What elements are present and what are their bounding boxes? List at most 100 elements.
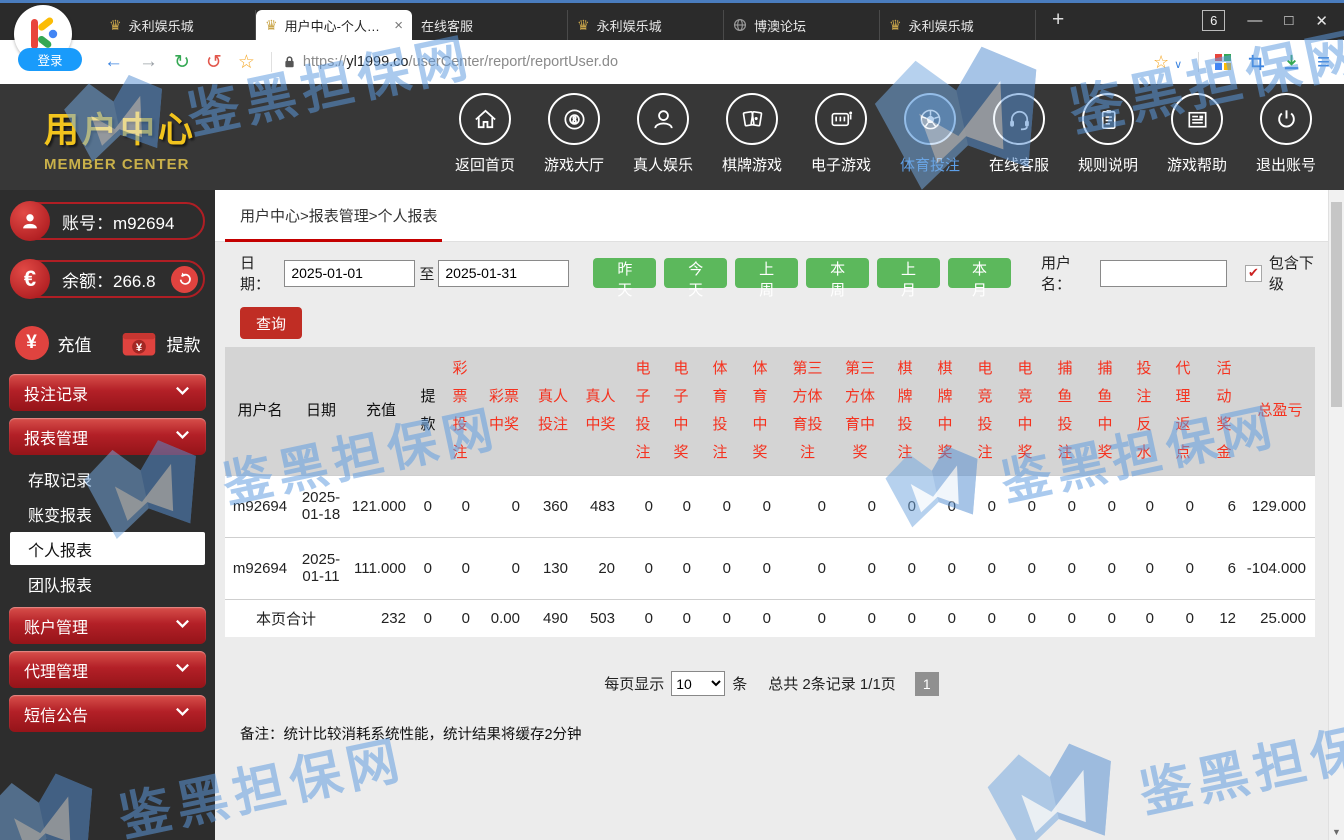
search-button[interactable]: 查询 bbox=[240, 307, 302, 339]
browser-tab[interactable]: 博澳论坛 bbox=[724, 10, 880, 40]
nav-item[interactable]: 游戏大厅 bbox=[542, 93, 606, 175]
browser-tab[interactable]: ♛用户中心-个人总览× bbox=[256, 10, 412, 40]
browser-tab[interactable]: 在线客服 bbox=[412, 10, 568, 40]
per-page-select[interactable]: 10 bbox=[671, 671, 725, 696]
quick-date-button[interactable]: 本周 bbox=[806, 258, 869, 288]
close-icon[interactable]: ✕ bbox=[1315, 12, 1328, 30]
browser-tab-bar: ♛永利娱乐城♛用户中心-个人总览×在线客服♛永利娱乐城博澳论坛♛永利娱乐城 + … bbox=[0, 3, 1344, 40]
quick-date-button[interactable]: 上周 bbox=[735, 258, 798, 288]
sidebar-item[interactable]: 个人报表 bbox=[10, 532, 205, 565]
sidebar-item[interactable]: 团队报表 bbox=[0, 567, 215, 600]
report-cell: 2025-01-18 bbox=[295, 475, 347, 537]
nav-label: 游戏帮助 bbox=[1165, 154, 1229, 175]
sidebar-group[interactable]: 报表管理 bbox=[9, 418, 206, 455]
minimize-icon[interactable]: — bbox=[1247, 12, 1262, 29]
undo-icon[interactable]: ↺ bbox=[206, 51, 222, 74]
divider bbox=[271, 52, 272, 72]
screenshot-crop-icon[interactable] bbox=[1247, 53, 1266, 72]
tab-label: 用户中心-个人总览 bbox=[285, 16, 388, 35]
page-scrollbar[interactable]: ▼ bbox=[1328, 190, 1344, 840]
date-from-input[interactable] bbox=[284, 260, 415, 287]
table-row: m926942025-01-11111.00000013020000000000… bbox=[225, 537, 1315, 599]
menu-icon[interactable]: ≡ bbox=[1317, 51, 1330, 73]
breadcrumb: 用户中心>报表管理>个人报表 bbox=[240, 208, 438, 225]
browser-tab[interactable]: ♛永利娱乐城 bbox=[568, 10, 724, 40]
scrollbar-down-icon[interactable]: ▼ bbox=[1329, 827, 1344, 837]
total-row: 本页合计232000.00490503000000000000001225.00… bbox=[225, 599, 1315, 637]
username-input[interactable] bbox=[1100, 260, 1227, 287]
quick-date-button[interactable]: 昨天 bbox=[593, 258, 656, 288]
download-icon[interactable] bbox=[1282, 53, 1301, 72]
column-header: 电竞投注 bbox=[965, 347, 1005, 475]
tab-label: 永利娱乐城 bbox=[909, 16, 974, 35]
nav-item[interactable]: 游戏帮助 bbox=[1165, 93, 1229, 175]
nav-item[interactable]: 电子游戏 bbox=[809, 93, 873, 175]
nav-item[interactable]: 退出账号 bbox=[1254, 93, 1318, 175]
report-cell: 503 bbox=[577, 599, 624, 637]
withdraw-button[interactable]: ¥ 提款 bbox=[120, 326, 201, 360]
account-pill: 账号：m92694 bbox=[10, 202, 205, 240]
url-path: /userCenter/report/reportUser.do bbox=[409, 54, 619, 70]
apps-grid-icon[interactable] bbox=[1215, 54, 1231, 70]
report-cell: 0 bbox=[965, 537, 1005, 599]
maximize-icon[interactable]: □ bbox=[1284, 12, 1293, 29]
sidebar-item[interactable]: 账变报表 bbox=[0, 497, 215, 530]
unit-label: 条 bbox=[732, 673, 747, 694]
report-cell: 0 bbox=[1085, 537, 1125, 599]
report-cell: 0 bbox=[662, 599, 700, 637]
browser-login-button[interactable]: 登录 bbox=[18, 48, 82, 71]
include-sub-checkbox[interactable]: ✔ bbox=[1245, 265, 1262, 282]
window-controls: 6 — □ ✕ bbox=[1202, 10, 1344, 31]
page-number-button[interactable]: 1 bbox=[915, 672, 939, 696]
sidebar-item[interactable]: 存取记录 bbox=[0, 462, 215, 495]
tab-close-icon[interactable]: × bbox=[394, 17, 403, 34]
sidebar-group[interactable]: 投注记录 bbox=[9, 374, 206, 411]
column-header: 捕鱼中奖 bbox=[1085, 347, 1125, 475]
report-cell: 130 bbox=[529, 537, 577, 599]
report-cell: 0 bbox=[740, 599, 780, 637]
nav-item[interactable]: 体育投注 bbox=[898, 93, 962, 175]
report-table: 用户名日期充值提款彩票投注彩票中奖真人投注真人中奖电子投注电子中奖体育投注体育中… bbox=[225, 347, 1315, 637]
nav-item[interactable]: 棋牌游戏 bbox=[720, 93, 784, 175]
site-logo-title: 用户中心 bbox=[44, 102, 196, 153]
wallet-icon: ¥ bbox=[120, 328, 158, 358]
sidebar: 账号：m92694 € 余额：266.8 ¥ 充值 bbox=[0, 190, 215, 840]
address-field[interactable]: https://yl1999.co/userCenter/report/repo… bbox=[282, 54, 1153, 70]
report-cell: 0 bbox=[1085, 599, 1125, 637]
sidebar-group[interactable]: 账户管理 bbox=[9, 607, 206, 644]
date-to-input[interactable] bbox=[438, 260, 569, 287]
scrollbar-thumb[interactable] bbox=[1331, 202, 1342, 407]
browser-tab[interactable]: ♛永利娱乐城 bbox=[100, 10, 256, 40]
new-tab-button[interactable]: + bbox=[1052, 8, 1064, 32]
nav-label: 真人娱乐 bbox=[631, 154, 695, 175]
report-cell: 0 bbox=[835, 537, 885, 599]
nav-label: 游戏大厅 bbox=[542, 154, 606, 175]
refresh-balance-icon[interactable] bbox=[171, 266, 198, 293]
bookmark-star-icon[interactable]: ☆ bbox=[238, 51, 255, 74]
nav-item[interactable]: 真人娱乐 bbox=[631, 93, 695, 175]
quick-date-button[interactable]: 上月 bbox=[877, 258, 940, 288]
browser-tab[interactable]: ♛永利娱乐城 bbox=[880, 10, 1036, 40]
recharge-button[interactable]: ¥ 充值 bbox=[15, 326, 92, 360]
refresh-icon[interactable]: ↻ bbox=[174, 51, 190, 74]
quick-date-button[interactable]: 今天 bbox=[664, 258, 727, 288]
quick-date-button[interactable]: 本月 bbox=[948, 258, 1011, 288]
chevron-down-icon bbox=[174, 705, 191, 723]
yen-icon: ¥ bbox=[15, 326, 49, 360]
report-cell: 0 bbox=[780, 537, 835, 599]
help-icon bbox=[1171, 93, 1223, 145]
filter-row: 日期： 至 昨天今天上周本周上月本月 用户名： ✔ 包含下级 bbox=[240, 242, 1328, 294]
back-icon[interactable]: ← bbox=[104, 51, 123, 73]
svg-text:¥: ¥ bbox=[135, 342, 142, 354]
tab-count-badge[interactable]: 6 bbox=[1202, 10, 1225, 31]
sidebar-group[interactable]: 代理管理 bbox=[9, 651, 206, 688]
sidebar-group[interactable]: 短信公告 bbox=[9, 695, 206, 732]
nav-item[interactable]: 返回首页 bbox=[453, 93, 517, 175]
nav-item[interactable]: 在线客服 bbox=[987, 93, 1051, 175]
nav-item[interactable]: 规则说明 bbox=[1076, 93, 1140, 175]
sidebar-group-label: 报表管理 bbox=[24, 425, 88, 449]
report-cell: m92694 bbox=[225, 475, 295, 537]
forward-icon[interactable]: → bbox=[139, 51, 158, 73]
column-header: 活动奖金 bbox=[1203, 347, 1245, 475]
favorites-star-icon[interactable]: ☆ ∨ bbox=[1153, 52, 1182, 73]
